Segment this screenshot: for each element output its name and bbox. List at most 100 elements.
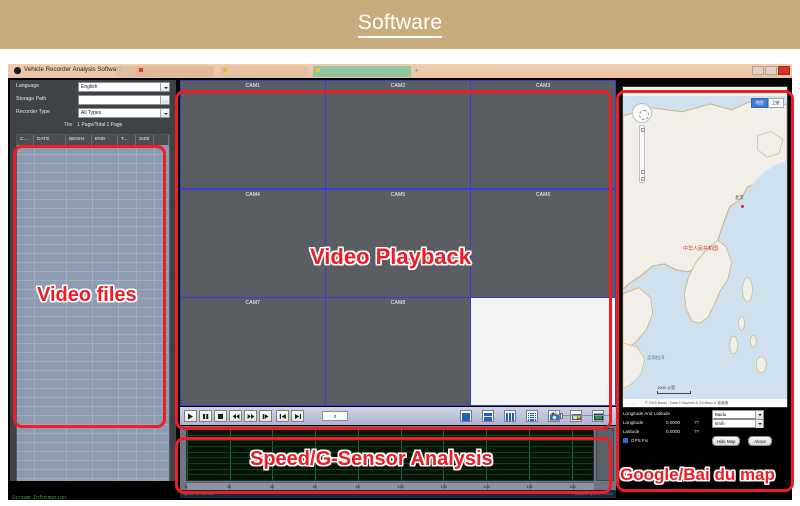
map-mode-button[interactable]: 地图 — [751, 98, 768, 108]
table-grid-line — [17, 370, 169, 371]
camera-label-2: CAM2 — [390, 83, 406, 89]
layout-4x4-button[interactable] — [526, 410, 538, 422]
pause-button[interactable] — [199, 410, 212, 422]
th-type: T.... — [118, 135, 136, 145]
map-zoom-slider[interactable] — [639, 125, 645, 183]
video-cell-9-empty[interactable] — [470, 297, 616, 406]
gps-longitude-row: Longitude 0.0000 ?? km/h — [620, 419, 790, 428]
table-grid-line — [17, 343, 169, 344]
video-cell-7[interactable]: CAM7 — [180, 297, 326, 406]
chart-tick-label: 60 — [312, 484, 318, 489]
browser-tab-2[interactable] — [136, 66, 214, 77]
table-grid-line — [17, 442, 169, 443]
video-cell-4[interactable]: CAM4 — [180, 188, 326, 298]
hide-map-button[interactable]: Hide Map — [712, 436, 740, 446]
map-view[interactable]: 地图 卫星 北京 中华人民共和国 孟加拉湾 1000 公里 © 2015 Bai… — [622, 86, 788, 408]
about-button[interactable]: About — [748, 436, 772, 446]
gps-title-row: Longitude And Latitude Baidu — [620, 410, 790, 419]
chevron-down-icon[interactable] — [160, 109, 169, 117]
table-grid-line — [17, 190, 169, 191]
storage-path-input[interactable]: … — [78, 95, 170, 105]
window-controls — [752, 66, 790, 75]
language-select[interactable]: English — [78, 82, 170, 92]
satellite-mode-button[interactable]: 卫星 — [767, 98, 784, 108]
recorder-type-label: Recorder Type — [16, 109, 50, 115]
map-pan-control[interactable] — [632, 103, 652, 123]
chart-tick-label: 160 — [526, 484, 533, 489]
chevron-down-icon[interactable] — [755, 420, 763, 428]
rewind-button[interactable] — [229, 410, 242, 422]
favicon-icon — [316, 68, 320, 72]
browser-tab-3[interactable] — [220, 66, 308, 77]
table-grid-line — [17, 397, 169, 398]
camera-label-3: CAM3 — [535, 83, 551, 89]
close-icon[interactable] — [778, 66, 790, 75]
frame-count-field[interactable]: 0 — [322, 411, 348, 421]
stream-information-text: Stream Information — [10, 481, 180, 500]
video-cell-5[interactable]: CAM5 — [325, 188, 471, 298]
new-tab-button[interactable]: + — [415, 68, 418, 74]
table-grid-line — [17, 163, 169, 164]
video-cell-1[interactable]: CAM1 — [180, 80, 326, 189]
volume-slider[interactable]: ◄) — [550, 411, 612, 419]
browser-tab-4-active[interactable] — [313, 66, 411, 77]
stop-button[interactable] — [214, 410, 227, 422]
video-cell-6[interactable]: CAM6 — [470, 188, 616, 298]
playback-toolbar: 0 ◄) — [180, 407, 616, 425]
annotation-map: Google/Bai du map — [620, 465, 775, 484]
table-body[interactable] — [17, 145, 169, 486]
chart-gridline-vertical — [187, 429, 188, 480]
speed-unit-select[interactable]: km/h — [712, 419, 764, 428]
camera-label-7: CAM7 — [245, 300, 261, 306]
video-cell-8[interactable]: CAM8 — [325, 297, 471, 406]
table-grid-line — [17, 271, 169, 272]
annotation-video-files: Video files — [37, 284, 137, 306]
minimize-icon[interactable] — [752, 66, 764, 75]
maximize-icon[interactable] — [765, 66, 777, 75]
map-provider-select[interactable]: Baidu — [712, 410, 764, 419]
volume-knob[interactable] — [560, 412, 563, 419]
layout-3x3-button[interactable] — [504, 410, 516, 422]
video-file-table[interactable]: C.... DATE BEGIN END T.... SIZE — [16, 134, 170, 486]
play-button[interactable] — [184, 410, 197, 422]
speed-unit-value: km/h — [715, 421, 725, 426]
table-grid-line — [17, 478, 169, 479]
video-cell-3[interactable]: CAM3 — [470, 80, 616, 189]
zoom-in-icon[interactable] — [640, 128, 645, 132]
video-playback-grid[interactable]: CAM1 CAM2 CAM3 CAM4 CAM5 CAM6 CAM7 CAM8 — [180, 80, 616, 406]
next-file-button[interactable] — [291, 410, 304, 422]
layout-1x1-button[interactable] — [460, 410, 472, 422]
chart-scrollbar[interactable] — [596, 428, 614, 481]
chart-tick-label: 100 — [397, 484, 405, 489]
table-header-row: C.... DATE BEGIN END T.... SIZE — [17, 135, 169, 145]
th-end: END — [92, 135, 118, 145]
table-grid-line — [17, 181, 169, 182]
table-grid-line — [17, 433, 169, 434]
table-grid-line — [17, 199, 169, 200]
step-forward-button[interactable] — [259, 410, 272, 422]
chart-gridline-horizontal — [187, 445, 593, 447]
chevron-down-icon[interactable] — [160, 83, 169, 91]
chevron-down-icon[interactable] — [755, 411, 763, 419]
chart-gridline-vertical — [571, 429, 573, 480]
map-scale-bar — [657, 391, 691, 394]
map-view-toggle[interactable]: 地图 卫星 — [751, 98, 784, 108]
table-grid-line — [17, 415, 169, 416]
chart-gridline-vertical — [229, 429, 231, 480]
video-cell-2[interactable]: CAM2 — [325, 80, 471, 189]
fast-forward-button[interactable] — [244, 410, 257, 422]
zoom-out-icon[interactable] — [640, 177, 645, 181]
longitude-value: 0.0000 — [666, 420, 681, 425]
recorder-type-select[interactable]: All Types — [78, 108, 170, 118]
center-panel: CAM1 CAM2 CAM3 CAM4 CAM5 CAM6 CAM7 CAM8 — [180, 80, 616, 498]
previous-file-button[interactable] — [276, 410, 289, 422]
table-grid-line — [17, 307, 169, 308]
gps-fix-checkbox[interactable] — [623, 438, 628, 443]
zoom-handle-icon[interactable] — [640, 170, 645, 174]
map-topbar — [623, 87, 787, 96]
annotation-chart: Speed/G-Sensor Analysis — [250, 448, 493, 470]
volume-track[interactable] — [560, 415, 612, 417]
table-grid-line — [17, 352, 169, 353]
browse-folder-icon[interactable]: … — [160, 96, 169, 104]
layout-2x2-button[interactable] — [482, 410, 494, 422]
